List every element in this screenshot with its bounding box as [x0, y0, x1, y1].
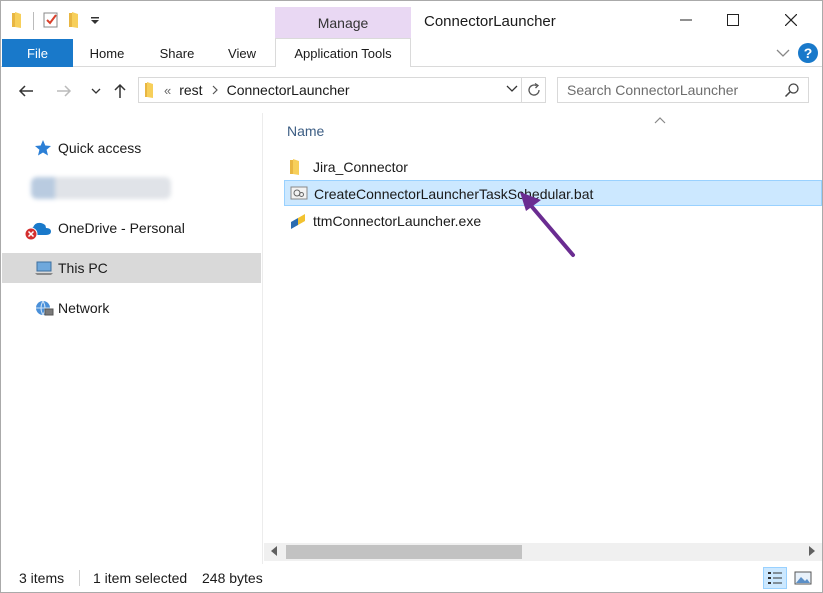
- tab-share[interactable]: Share: [151, 39, 203, 67]
- tab-home[interactable]: Home: [81, 39, 133, 67]
- large-icons-view-icon: [794, 571, 812, 585]
- chevron-right-icon[interactable]: [211, 83, 219, 98]
- scrollbar-thumb[interactable]: [286, 545, 522, 559]
- nav-item-label: Network: [58, 300, 110, 316]
- folder-icon[interactable]: [11, 11, 25, 32]
- toolbar-separator: [33, 12, 34, 30]
- network-icon: [34, 299, 54, 317]
- file-list: Name Jira_Connector CreateConnectorLaunc…: [264, 113, 822, 543]
- maximize-button[interactable]: [710, 1, 756, 39]
- refresh-button[interactable]: [521, 78, 545, 102]
- close-icon: [785, 14, 797, 26]
- star-icon: [34, 139, 54, 157]
- manage-contextual-tab[interactable]: Manage: [275, 7, 411, 39]
- refresh-icon: [527, 82, 540, 96]
- batch-file-icon: [290, 185, 308, 203]
- sort-ascending-icon: [654, 113, 666, 127]
- folder-icon: [289, 158, 307, 176]
- close-button[interactable]: [768, 1, 814, 39]
- horizontal-scrollbar[interactable]: [264, 543, 822, 561]
- forward-arrow-icon: [57, 85, 72, 97]
- ribbon-tabs: File Home Share View Application Tools ?: [1, 38, 822, 67]
- cloud-icon: [24, 219, 54, 241]
- back-button[interactable]: [15, 80, 37, 102]
- recent-locations-button[interactable]: [85, 80, 107, 102]
- chevron-down-icon: [91, 88, 101, 94]
- nav-item-label: Quick access: [58, 140, 142, 156]
- file-name: ttmConnectorLauncher.exe: [313, 213, 482, 229]
- help-icon[interactable]: ?: [798, 43, 818, 63]
- computer-icon: [34, 259, 54, 277]
- selection-count: 1 item selected: [93, 570, 188, 586]
- file-name: Jira_Connector: [313, 159, 408, 175]
- properties-icon[interactable]: [42, 11, 60, 32]
- large-icons-view-button[interactable]: [791, 567, 815, 589]
- breadcrumb-connectorlauncher[interactable]: ConnectorLauncher: [227, 82, 350, 98]
- back-arrow-icon: [18, 85, 33, 97]
- address-bar[interactable]: « rest ConnectorLauncher: [138, 77, 546, 103]
- annotation-arrow-icon: [520, 192, 575, 257]
- address-history-dropdown-icon[interactable]: [505, 81, 519, 98]
- breadcrumb-rest[interactable]: rest: [179, 82, 202, 98]
- item-count: 3 items: [19, 570, 65, 586]
- column-header-name[interactable]: Name: [287, 123, 324, 139]
- nav-item-label: This PC: [58, 260, 108, 276]
- expand-ribbon-icon[interactable]: [776, 45, 790, 61]
- details-view-button[interactable]: [763, 567, 787, 589]
- status-separator: [79, 570, 80, 586]
- details-view-icon: [768, 572, 782, 584]
- file-explorer-window: Manage ConnectorLauncher File Home Share…: [0, 0, 823, 593]
- nav-item-network[interactable]: Network: [2, 293, 261, 323]
- window-title: ConnectorLauncher: [424, 13, 556, 30]
- tab-application-tools[interactable]: Application Tools: [275, 38, 411, 67]
- folder-icon: [144, 82, 156, 98]
- nav-item-label: OneDrive - Personal: [58, 220, 185, 236]
- up-button[interactable]: [109, 80, 131, 102]
- nav-item-onedrive[interactable]: OneDrive - Personal: [2, 213, 261, 243]
- new-folder-icon[interactable]: [68, 11, 82, 32]
- nav-item-this-pc[interactable]: This PC: [2, 253, 261, 283]
- navigation-bar: « rest ConnectorLauncher Search Connecto…: [1, 67, 822, 113]
- title-bar: Manage ConnectorLauncher: [1, 1, 822, 39]
- minimize-button[interactable]: [663, 1, 709, 39]
- nav-item-quick-access[interactable]: Quick access: [2, 133, 261, 163]
- up-arrow-icon: [114, 83, 126, 98]
- status-bar: 3 items 1 item selected 248 bytes: [1, 564, 822, 592]
- minimize-icon: [680, 19, 692, 21]
- customize-toolbar-dropdown-icon[interactable]: [90, 13, 100, 29]
- forward-button[interactable]: [53, 80, 75, 102]
- selection-size: 248 bytes: [202, 570, 263, 586]
- tab-view[interactable]: View: [217, 39, 267, 67]
- scroll-left-icon[interactable]: [270, 546, 278, 559]
- search-icon[interactable]: [784, 82, 800, 101]
- tab-file[interactable]: File: [2, 39, 73, 67]
- redacted-nav-item: [31, 177, 171, 199]
- quick-access-toolbar: [11, 10, 100, 32]
- search-input[interactable]: Search ConnectorLauncher: [557, 77, 809, 103]
- exe-file-icon: [289, 212, 307, 230]
- scroll-right-icon[interactable]: [808, 546, 816, 559]
- list-item[interactable]: Jira_Connector: [284, 154, 822, 180]
- maximize-icon: [727, 14, 739, 26]
- breadcrumb-overflow[interactable]: «: [164, 83, 171, 98]
